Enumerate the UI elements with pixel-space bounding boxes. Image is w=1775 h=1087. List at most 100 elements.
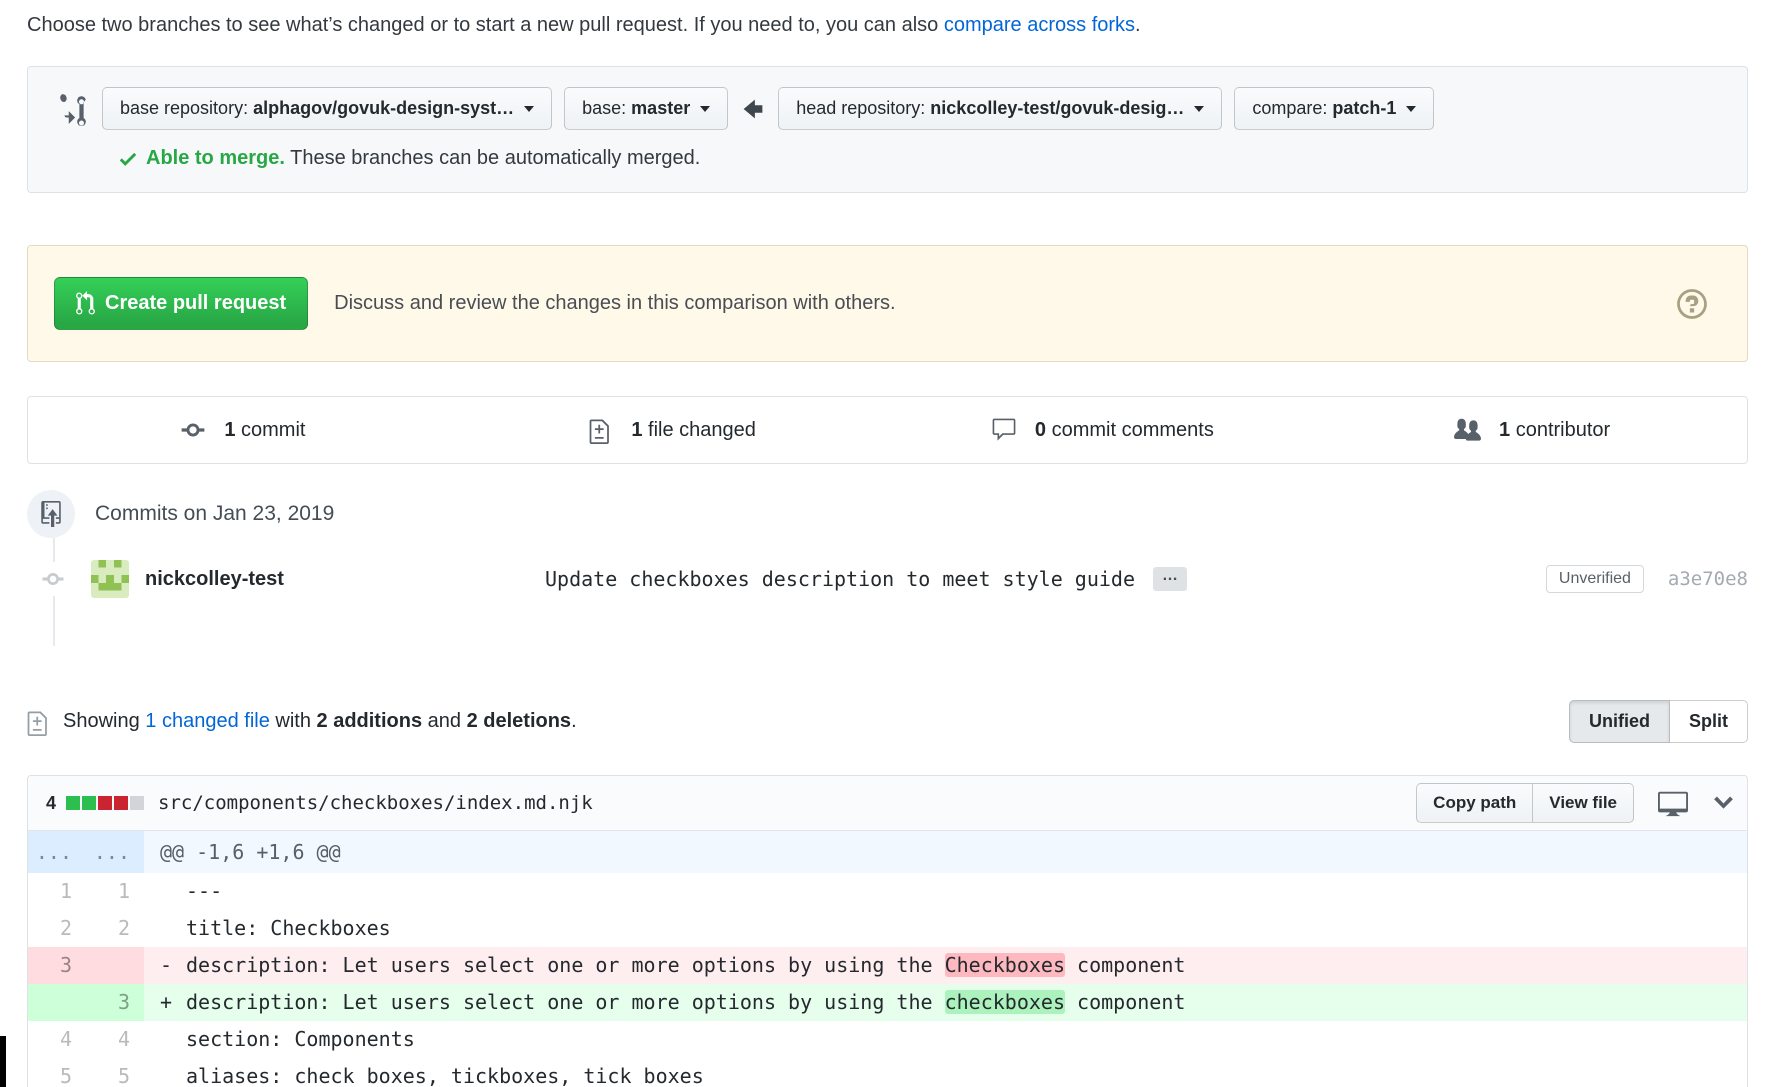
base-branch-value: master	[631, 98, 690, 119]
diff-line-context: 44section: Components	[28, 1021, 1747, 1058]
deleted-word-highlight: Checkboxes	[945, 953, 1065, 977]
diff-line-context: 11 ---	[28, 873, 1747, 910]
merge-status: Able to merge. These branches can be aut…	[118, 147, 1729, 170]
new-line-number[interactable]: 4	[86, 1021, 144, 1058]
merge-status-title: Able to merge.	[146, 147, 285, 170]
new-line-number[interactable]: 2	[86, 910, 144, 947]
added-word-highlight: checkboxes	[945, 990, 1065, 1014]
files-changed-stat[interactable]: 1 file changed	[458, 397, 888, 463]
commits-section: Commits on Jan 23, 2019 nickcolley-test …	[27, 490, 1748, 646]
diff-line-text: aliases: check boxes, tickboxes, tick bo…	[186, 1064, 704, 1087]
with-text: with	[270, 710, 317, 732]
chevron-down-icon	[1194, 106, 1204, 112]
commit-comments-stat[interactable]: 0 commit comments	[888, 397, 1318, 463]
contributors-stat[interactable]: 1 contributor	[1317, 397, 1747, 463]
contributors-count: 1	[1499, 419, 1510, 442]
commits-date-header: Commits on Jan 23, 2019	[27, 490, 1748, 538]
contributors-label: contributor	[1510, 419, 1610, 442]
hunk-header-text: @@ -1,6 +1,6 @@	[144, 831, 1747, 873]
commit-author[interactable]: nickcolley-test	[145, 568, 545, 591]
old-line-number[interactable]: 4	[28, 1021, 86, 1058]
comment-icon	[991, 417, 1026, 443]
head-repository-value: nickcolley-test/govuk-desig…	[930, 98, 1184, 119]
file-header-actions: Copy path View file	[1416, 783, 1733, 823]
chevron-down-icon	[524, 106, 534, 112]
diffstat-icon	[66, 796, 146, 810]
base-branch-dropdown[interactable]: base: master	[564, 87, 728, 130]
file-path[interactable]: src/components/checkboxes/index.md.njk	[158, 792, 593, 814]
compare-page: Choose two branches to see what’s change…	[0, 0, 1775, 1087]
files-count: 1	[631, 419, 642, 442]
chevron-down-icon[interactable]	[1714, 788, 1733, 818]
git-pull-request-icon	[76, 291, 105, 316]
comments-label: commit comments	[1046, 419, 1214, 442]
files-label: file changed	[642, 419, 755, 442]
commit-message[interactable]: Update checkboxes description to meet st…	[545, 567, 1135, 591]
unified-view-button[interactable]: Unified	[1569, 700, 1670, 743]
base-repository-dropdown[interactable]: base repository: alphagov/govuk-design-s…	[102, 87, 552, 130]
view-file-button[interactable]: View file	[1533, 783, 1634, 823]
git-commit-icon	[180, 417, 215, 443]
diff-line-addition: 3+description: Let users select one or m…	[28, 984, 1747, 1021]
file-diff-icon	[27, 708, 51, 736]
head-repository-dropdown[interactable]: head repository: nickcolley-test/govuk-d…	[778, 87, 1222, 130]
help-question-icon[interactable]	[1677, 287, 1707, 321]
compare-branch-value: patch-1	[1332, 98, 1396, 119]
split-view-button[interactable]: Split	[1670, 700, 1748, 743]
diff-line-text: title: Checkboxes	[186, 916, 391, 940]
file-diff-icon	[589, 416, 622, 444]
comparison-stats-bar: 1 commit 1 file changed 0 commit comment…	[27, 396, 1748, 464]
old-line-number[interactable]: 1	[28, 873, 86, 910]
file-diff-box: 4 src/components/checkboxes/index.md.njk…	[27, 775, 1748, 1087]
git-compare-icon	[58, 92, 88, 126]
diff-line-deletion: 3 -description: Let users select one or m…	[28, 947, 1747, 984]
diff-line-text: component	[1065, 953, 1185, 977]
copy-path-button[interactable]: Copy path	[1416, 783, 1533, 823]
comments-count: 0	[1035, 419, 1046, 442]
old-line-number[interactable]: 5	[28, 1058, 86, 1087]
branch-selector-row: base repository: alphagov/govuk-design-s…	[46, 87, 1729, 130]
diff-line-text: component	[1065, 990, 1185, 1014]
unverified-badge: Unverified	[1546, 565, 1644, 593]
diff-line-text: description: Let users select one or mor…	[186, 953, 945, 977]
screen-edge-artifact	[0, 1036, 6, 1087]
avatar[interactable]	[91, 560, 129, 598]
diff-line-text: ---	[186, 879, 222, 903]
chevron-down-icon	[1406, 106, 1416, 112]
compare-branch-dropdown[interactable]: compare: patch-1	[1234, 87, 1434, 130]
new-line-number[interactable]: 1	[86, 873, 144, 910]
rich-diff-icon[interactable]	[1658, 788, 1688, 818]
expand-commit-button[interactable]: …	[1153, 567, 1187, 591]
old-line-number[interactable]: 2	[28, 910, 86, 947]
chevron-down-icon	[700, 106, 710, 112]
arrow-left-icon	[742, 94, 764, 124]
changed-file-link[interactable]: 1 changed file	[145, 710, 270, 732]
new-line-number[interactable]: 5	[86, 1058, 144, 1087]
deletions-text: 2 deletions	[467, 710, 571, 732]
commit-row: nickcolley-test Update checkboxes descri…	[27, 560, 1748, 598]
hunk-old-gutter: ...	[28, 831, 86, 873]
diff-line-context: 22 title: Checkboxes	[28, 910, 1747, 947]
diff-summary-text: Showing 1 changed file with 2 additions …	[63, 710, 577, 733]
commit-dot-icon	[39, 562, 67, 596]
changed-lines-count: 4	[46, 793, 56, 814]
commits-count: 1	[224, 419, 235, 442]
commit-sha[interactable]: a3e70e8	[1668, 568, 1748, 590]
banner-description: Discuss and review the changes in this c…	[334, 292, 895, 315]
commits-stat[interactable]: 1 commit	[28, 397, 458, 463]
new-line-number[interactable]: 3	[86, 984, 144, 1021]
hunk-new-gutter: ...	[86, 831, 144, 873]
diff-sign: -	[160, 947, 186, 984]
commits-label: commit	[235, 419, 305, 442]
compare-across-forks-link[interactable]: compare across forks	[944, 14, 1135, 36]
new-line-number[interactable]	[86, 947, 144, 984]
hunk-header-row: ......@@ -1,6 +1,6 @@	[28, 831, 1747, 873]
diff-table: ......@@ -1,6 +1,6 @@ 11--- 22title: Che…	[28, 831, 1747, 1087]
diff-view-toggle: Unified Split	[1569, 700, 1748, 743]
commits-date-heading: Commits on Jan 23, 2019	[95, 502, 334, 526]
old-line-number[interactable]: 3	[28, 947, 86, 984]
base-repository-value: alphagov/govuk-design-syst…	[253, 98, 514, 119]
create-pull-request-button[interactable]: Create pull request	[54, 277, 308, 330]
old-line-number[interactable]	[28, 984, 86, 1021]
merge-status-detail: These branches can be automatically merg…	[285, 147, 700, 170]
